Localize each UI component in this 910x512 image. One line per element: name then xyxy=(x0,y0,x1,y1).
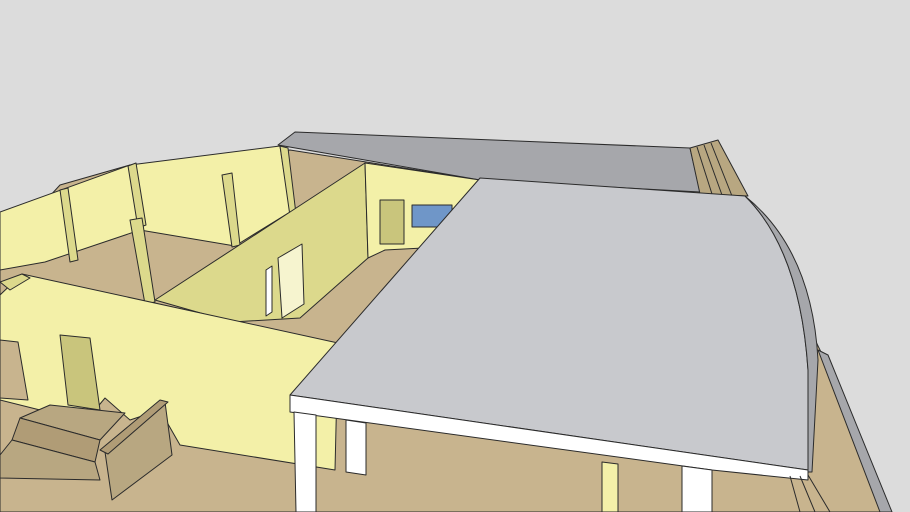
model-viewport[interactable] xyxy=(0,0,910,512)
wall-stub-right xyxy=(601,461,619,512)
roof-post-right xyxy=(681,465,713,512)
back-door xyxy=(379,199,405,245)
roof-post-left xyxy=(293,411,317,512)
roof-post-mid xyxy=(345,419,367,476)
partition-door-1 xyxy=(265,265,273,317)
